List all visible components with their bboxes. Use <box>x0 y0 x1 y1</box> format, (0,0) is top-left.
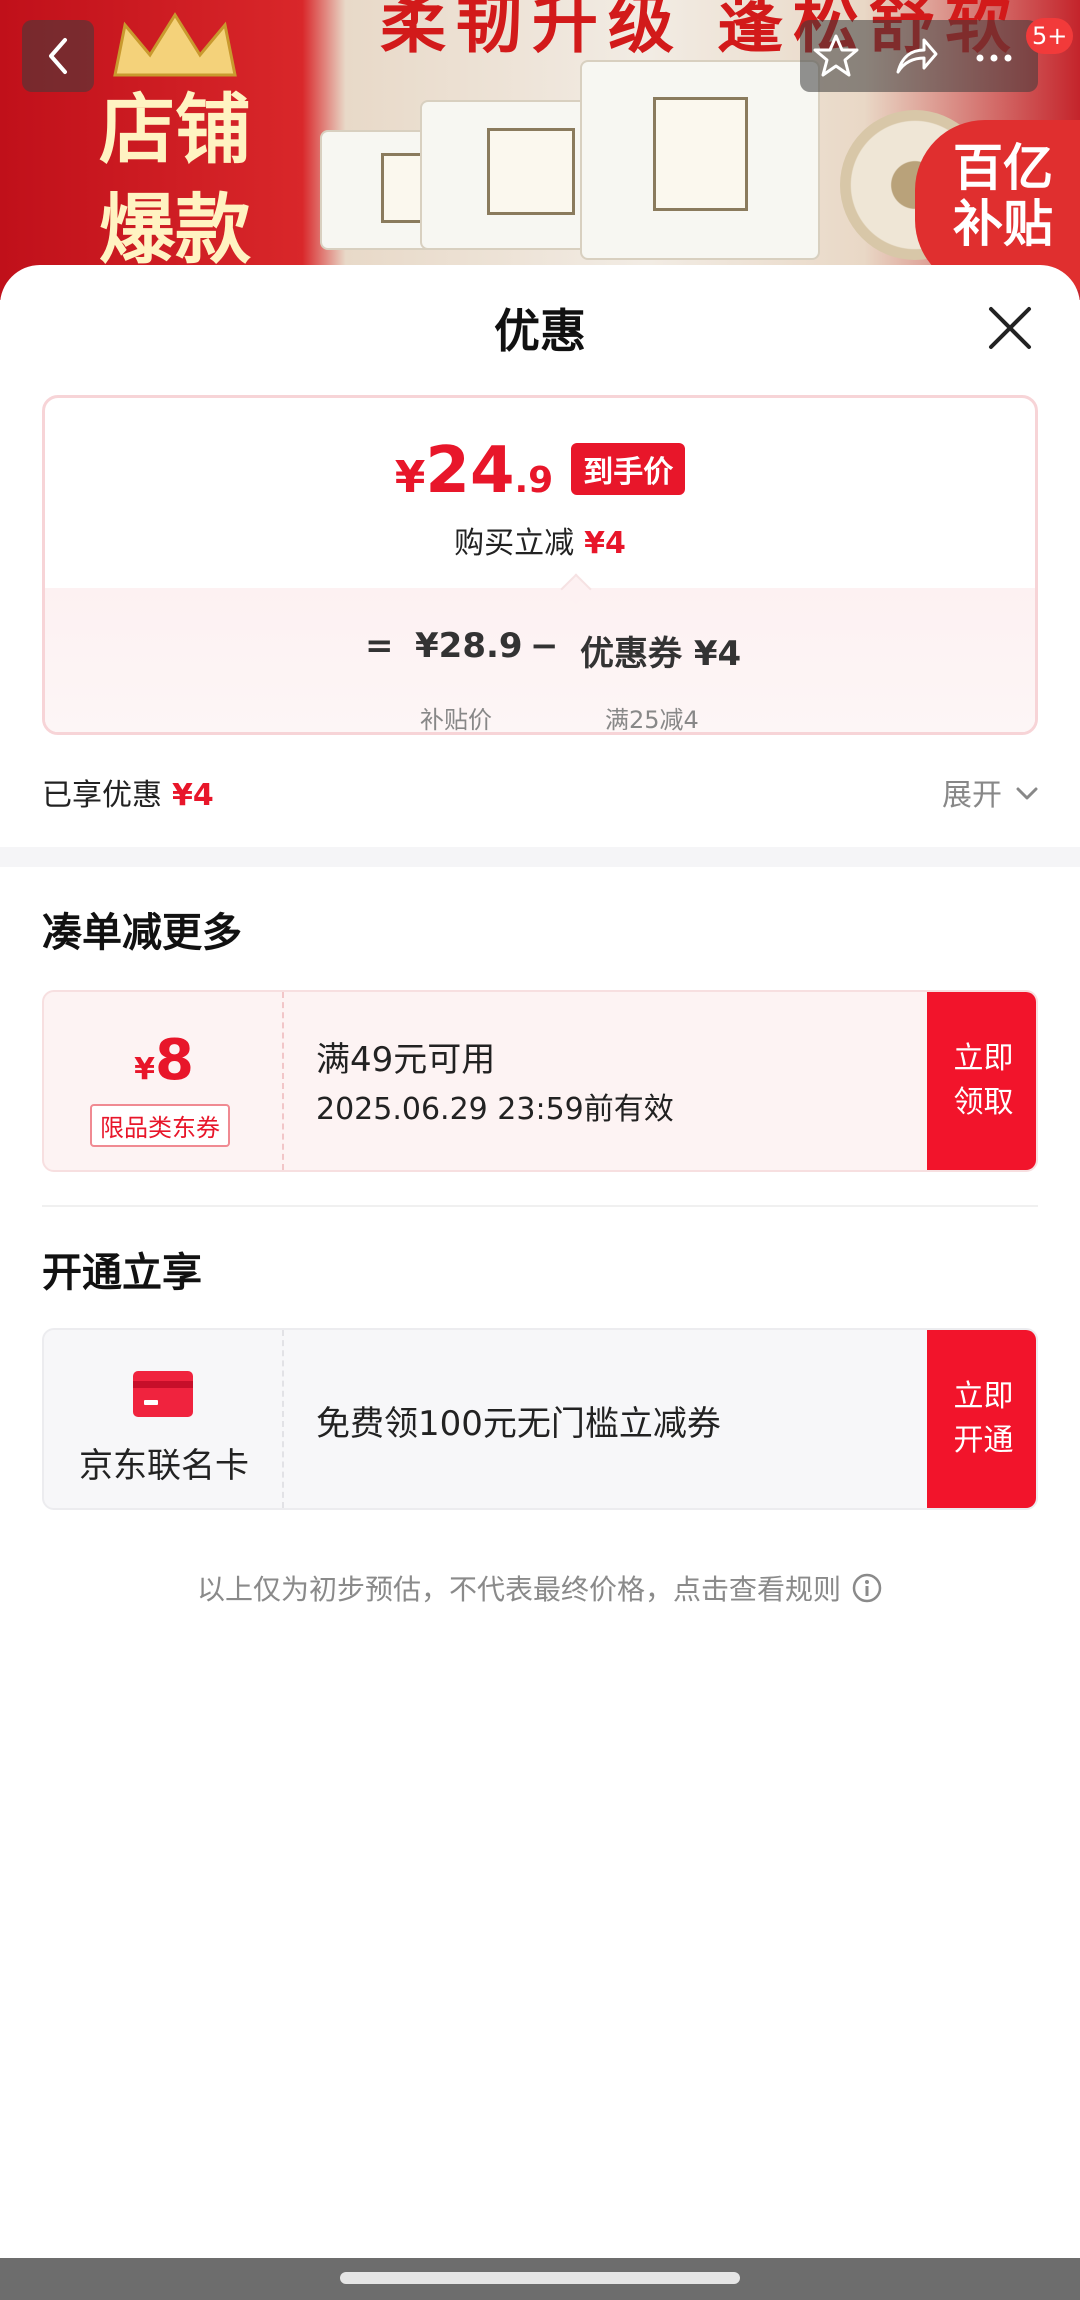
more-discount-title: 凑单减更多 <box>42 910 242 956</box>
back-button[interactable] <box>22 20 94 92</box>
final-price: ¥ 24 .9 到手价 <box>45 434 1035 508</box>
notification-badge: 5+ <box>1026 18 1074 54</box>
subsidy-price: ¥28.9 <box>415 626 523 666</box>
claim-coupon-button[interactable]: 立即 领取 <box>927 992 1036 1170</box>
divider <box>42 1205 1038 1207</box>
coupon-condition: 满49元可用 <box>316 1040 496 1080</box>
share-icon[interactable] <box>892 32 940 80</box>
enjoyed-discount: 已享优惠 ¥4 <box>42 778 214 813</box>
coupon-amount: ¥8 <box>134 1028 194 1093</box>
home-indicator[interactable] <box>340 2272 740 2284</box>
price-breakdown-card: ¥ 24 .9 到手价 购买立减 ¥4 = ¥28.9 − 优惠券 ¥4 补贴价 … <box>42 395 1038 735</box>
expand-button[interactable]: 展开 <box>942 770 1002 814</box>
top-action-group <box>800 20 1038 92</box>
co-brand-card-offer: 京东联名卡 免费领100元无门槛立减券 立即 开通 <box>42 1328 1038 1510</box>
section-divider <box>0 847 1080 867</box>
open-benefit-title: 开通立享 <box>42 1250 202 1296</box>
store-hot-label: 店铺 爆款 <box>99 85 251 274</box>
coupon-condition-label: 满25减4 <box>605 706 699 734</box>
card-info-area: 京东联名卡 <box>44 1330 284 1508</box>
coupon-value-area: ¥8 限品类东券 <box>44 992 284 1170</box>
card-offer-description: 免费领100元无门槛立减券 <box>316 1404 721 1444</box>
crown-icon <box>113 12 237 77</box>
discount-sheet: 优惠 ¥ 24 .9 到手价 购买立减 ¥4 = ¥28.9 − 优惠券 ¥4 补… <box>0 265 1080 2300</box>
card-name: 京东联名卡 <box>79 1446 249 1486</box>
credit-card-icon <box>133 1371 193 1417</box>
final-price-tag: 到手价 <box>571 443 686 495</box>
star-icon[interactable] <box>812 32 860 80</box>
sheet-title: 优惠 <box>494 304 586 358</box>
subsidy-price-label: 补贴价 <box>420 706 492 734</box>
open-card-button[interactable]: 立即 开通 <box>927 1330 1036 1508</box>
tissue-pack-image <box>580 60 820 260</box>
chevron-left-icon <box>49 38 67 74</box>
close-icon[interactable] <box>985 303 1035 353</box>
instant-reduce: 购买立减 ¥4 <box>454 526 626 561</box>
info-icon[interactable] <box>851 1572 883 1604</box>
coupon-type-tag: 限品类东券 <box>90 1104 230 1147</box>
coupon-card: ¥8 限品类东券 满49元可用 2025.06.29 23:59前有效 立即 领… <box>42 990 1038 1172</box>
minus-sign: − <box>530 626 559 666</box>
coupon-validity: 2025.06.29 23:59前有效 <box>316 1092 674 1127</box>
more-icon[interactable] <box>970 32 1018 80</box>
chevron-down-icon[interactable] <box>1015 783 1039 803</box>
coupon-deduction: 优惠券 ¥4 <box>580 634 742 674</box>
equals-sign: = <box>365 626 394 666</box>
rules-link[interactable]: 以上仅为初步预估，不代表最终价格，点击查看规则 <box>0 1568 1080 1608</box>
